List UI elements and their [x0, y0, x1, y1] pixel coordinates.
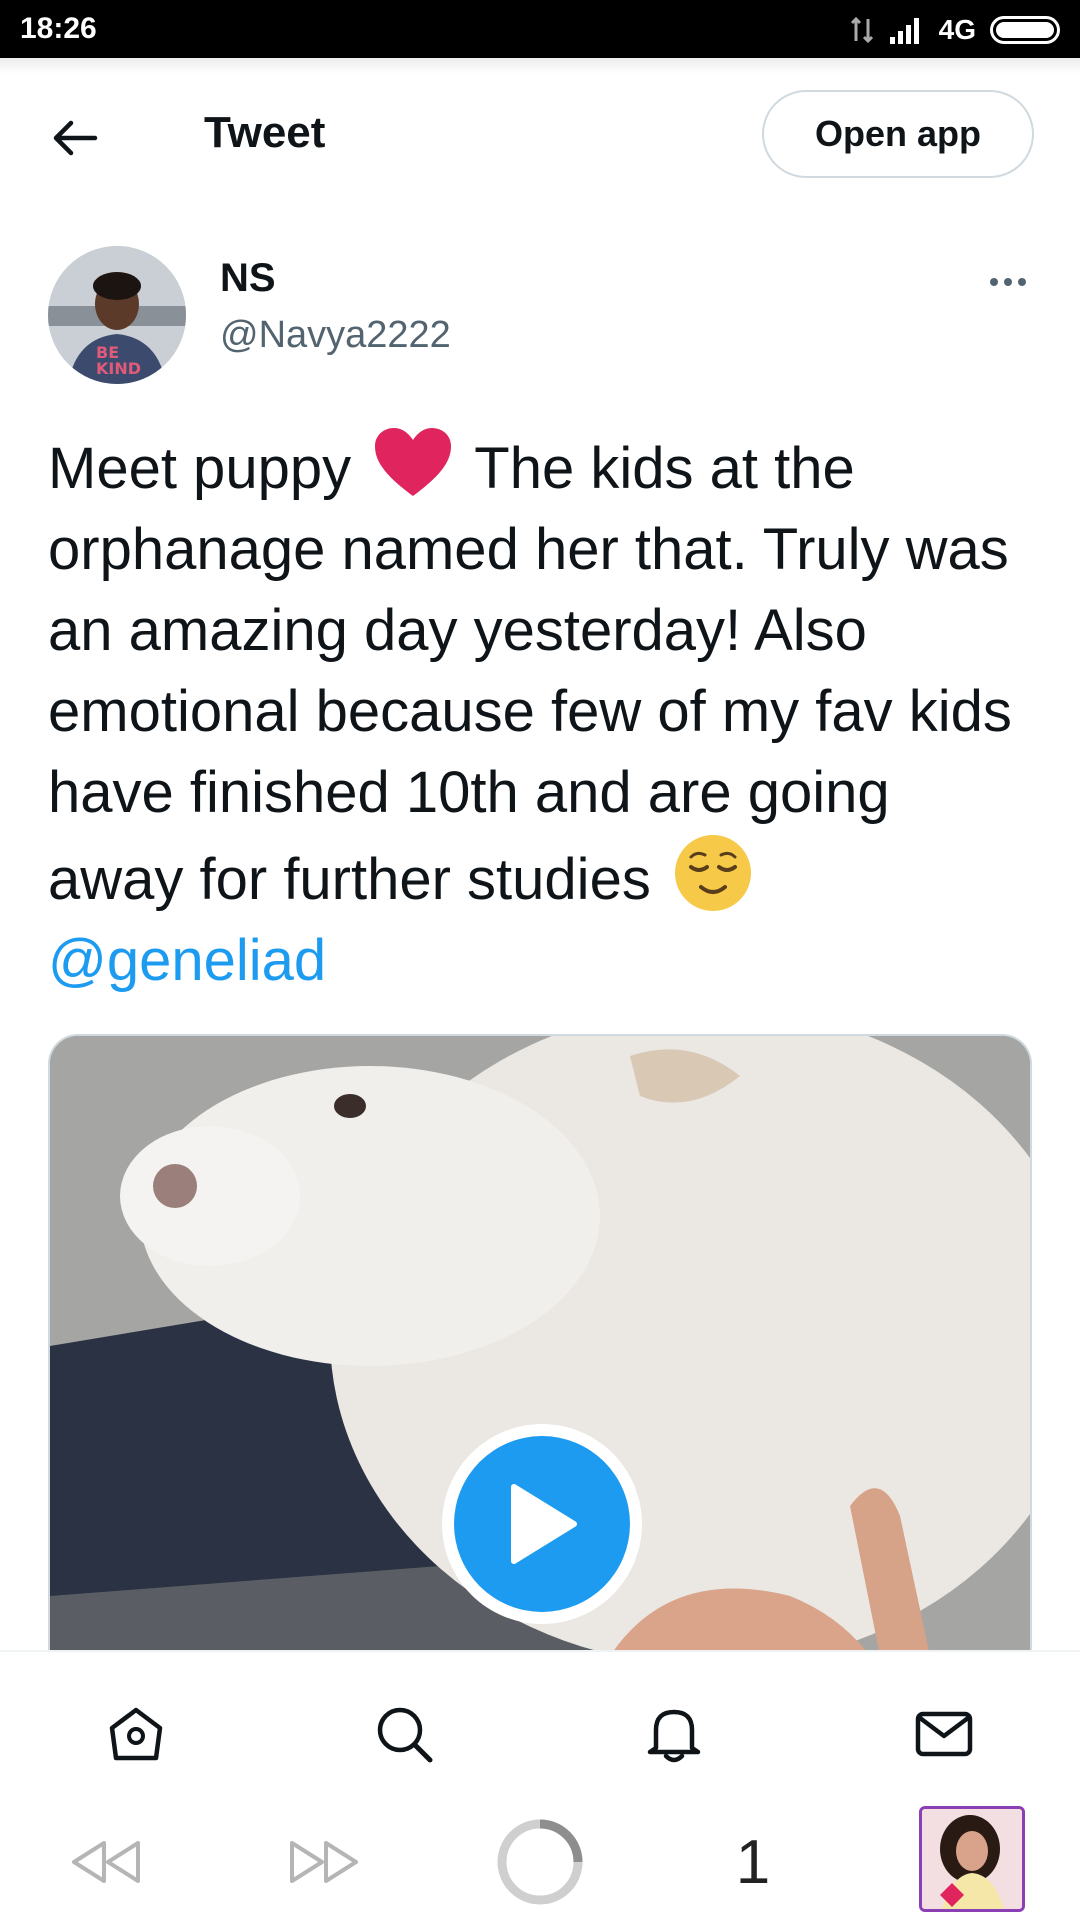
- tab-home[interactable]: [96, 1694, 176, 1774]
- tab-count-label: 1: [735, 1827, 771, 1897]
- network-type: 4G: [938, 14, 976, 45]
- more-dot: [1004, 278, 1012, 286]
- forward-icon: [290, 1841, 358, 1883]
- status-icons: 4G: [849, 10, 1060, 50]
- red-heart-emoji-icon: [375, 428, 452, 496]
- search-icon: [377, 1707, 433, 1763]
- notifications-icon: [647, 1709, 701, 1763]
- profile-avatar: [919, 1806, 1025, 1912]
- back-button[interactable]: [40, 103, 110, 173]
- status-time: 18:26: [20, 12, 97, 45]
- data-transfer-icon: [850, 16, 873, 44]
- avatar-photo: BE KIND: [48, 246, 186, 384]
- tweet-text-part1: Meet puppy: [48, 436, 352, 501]
- relieved-face-emoji-icon: [674, 835, 751, 911]
- open-app-button[interactable]: Open app: [762, 90, 1034, 178]
- nav-tab-count[interactable]: 1: [722, 1822, 784, 1902]
- tweet-text: Meet puppy The kids at the orphanage nam…: [48, 426, 1038, 1001]
- more-dot: [1018, 278, 1026, 286]
- browser-nav-bar: 1: [0, 1800, 1080, 1920]
- page-title: Tweet: [204, 108, 326, 157]
- nav-back-button[interactable]: [66, 1822, 146, 1902]
- more-options-button[interactable]: [978, 262, 1038, 302]
- mention-link[interactable]: @geneliad: [48, 928, 326, 993]
- author-handle[interactable]: @Navya2222: [220, 314, 451, 357]
- author-avatar[interactable]: BE KIND: [48, 246, 186, 384]
- battery-icon: [990, 16, 1060, 44]
- nav-profile-button[interactable]: [917, 1804, 1027, 1914]
- play-button[interactable]: [442, 1424, 642, 1624]
- bottom-tab-bar: [0, 1650, 1080, 1800]
- nav-loading-button[interactable]: [494, 1819, 586, 1905]
- author-name[interactable]: NS: [220, 256, 276, 301]
- nav-forward-button[interactable]: [284, 1822, 364, 1902]
- tab-notifications[interactable]: [634, 1694, 714, 1774]
- back-arrow-icon: [53, 120, 98, 156]
- video-thumbnail[interactable]: [48, 1034, 1032, 1654]
- tab-messages[interactable]: [904, 1694, 984, 1774]
- top-header: Tweet Open app: [0, 58, 1080, 208]
- play-icon: [511, 1484, 577, 1564]
- back-icon: [72, 1841, 140, 1883]
- signal-icon: [889, 18, 919, 44]
- tweet-text-part2: The kids at the orphanage named her that…: [48, 436, 1012, 912]
- loading-icon: [497, 1819, 583, 1905]
- messages-icon: [915, 1711, 973, 1757]
- svg-text:KIND: KIND: [96, 359, 141, 378]
- more-dot: [990, 278, 998, 286]
- status-bar: 18:26 4G: [0, 0, 1080, 58]
- tab-search[interactable]: [364, 1694, 444, 1774]
- home-icon: [109, 1707, 163, 1761]
